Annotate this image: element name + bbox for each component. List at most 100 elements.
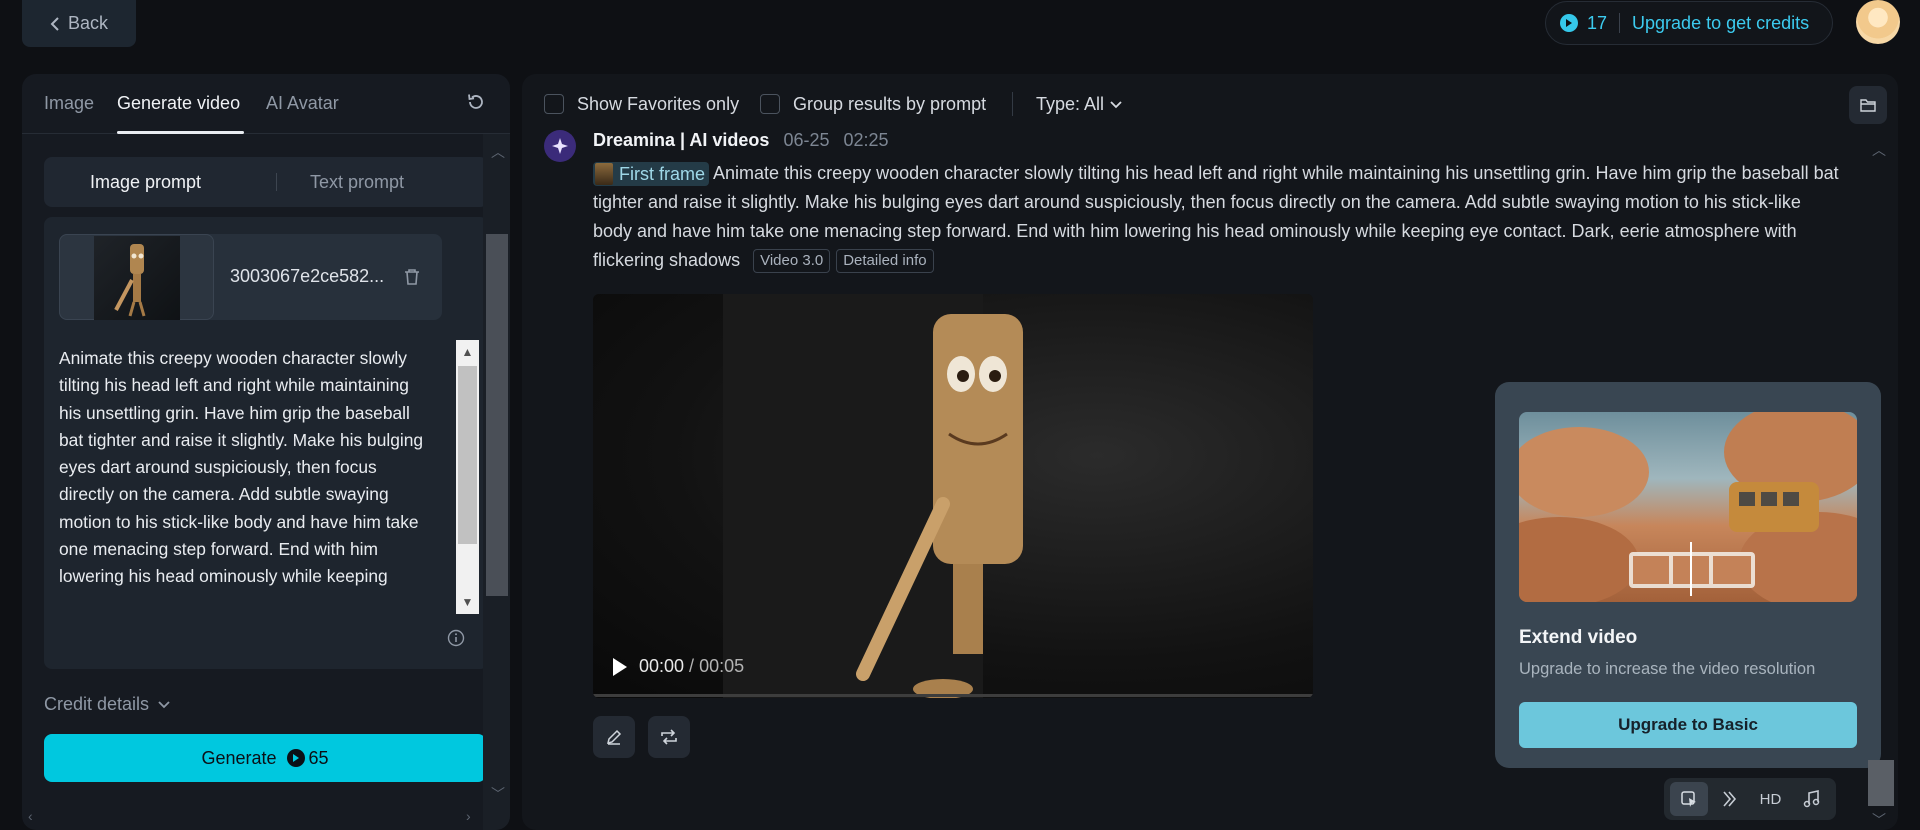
first-frame-chip[interactable]: First frame	[593, 162, 710, 187]
back-label: Back	[67, 13, 109, 33]
generate-cost-value: 65	[308, 747, 329, 768]
extend-button[interactable]	[1669, 782, 1708, 816]
folder-button[interactable]	[1849, 86, 1887, 124]
music-button[interactable]	[1793, 782, 1831, 816]
filter-divider	[1012, 92, 1013, 116]
edit-icon	[606, 729, 622, 745]
type-filter-label: Type: All	[1036, 94, 1105, 114]
textarea-scrollbar[interactable]: ▲ ▼	[456, 340, 479, 614]
time-separator: /	[684, 656, 700, 676]
extend-video-popup: Extend video Upgrade to increase the vid…	[1495, 382, 1881, 768]
video-player[interactable]: 00:00 / 00:05	[593, 294, 1313, 698]
regenerate-icon	[661, 729, 677, 745]
lip-sync-icon	[1722, 791, 1736, 807]
play-icon[interactable]	[611, 657, 629, 677]
chevron-left-icon	[50, 16, 59, 31]
filter-bar: Show Favorites only Group results by pro…	[522, 74, 1898, 130]
pill-divider	[1619, 13, 1621, 33]
upgrade-basic-button[interactable]: Upgrade to Basic	[1519, 702, 1857, 748]
left-panel-hscrollbar[interactable]: ‹ ›	[22, 804, 483, 830]
text-prompt-option[interactable]: Text prompt	[310, 172, 404, 193]
scroll-up-arrow[interactable]: ▲	[456, 340, 479, 364]
type-filter-dropdown[interactable]: Type: All	[1036, 94, 1122, 115]
refresh-icon[interactable]	[466, 92, 486, 112]
first-frame-label: First frame	[619, 163, 706, 184]
generate-label: Generate	[201, 747, 277, 768]
generate-cost: 65	[286, 747, 329, 769]
image-thumbnail	[94, 236, 180, 320]
back-button[interactable]: Back	[22, 0, 136, 47]
prompt-textarea[interactable]: Animate this creepy wooden character slo…	[59, 345, 429, 613]
scroll-right-arrow[interactable]: ›	[466, 808, 471, 824]
scroll-left-arrow[interactable]: ‹	[28, 808, 33, 824]
tab-image[interactable]: Image	[44, 93, 94, 114]
credits-pill[interactable]: 17 Upgrade to get credits	[1545, 1, 1833, 45]
extend-icon	[1680, 791, 1696, 807]
textarea-scroll-thumb[interactable]	[458, 366, 477, 544]
edit-button[interactable]	[593, 716, 635, 758]
hd-button[interactable]: HD	[1752, 782, 1790, 816]
image-prompt-option[interactable]: Image prompt	[90, 172, 201, 193]
upgrade-credits-link[interactable]: Upgrade to get credits	[1632, 13, 1809, 34]
first-frame-thumbnail	[595, 163, 613, 186]
results-panel: Show Favorites only Group results by pro…	[522, 74, 1898, 830]
time-total: 00:05	[699, 656, 745, 676]
left-panel-scrollbar[interactable]: ︿ ﹀	[483, 134, 510, 830]
chevron-down-icon	[1110, 100, 1122, 108]
generate-button[interactable]: Generate 65	[44, 734, 486, 782]
scroll-down-arrow[interactable]: ﹀	[1872, 810, 1886, 830]
scroll-up-arrow[interactable]: ︿	[491, 142, 505, 162]
image-thumbnail-frame	[59, 234, 214, 320]
prompt-box: 3003067e2ce582... Animate this creepy wo…	[44, 217, 488, 669]
favorites-label[interactable]: Show Favorites only	[577, 94, 739, 115]
folder-icon	[1860, 99, 1876, 112]
video-frame	[593, 294, 1313, 698]
generation-time: 02:25	[843, 130, 889, 150]
tab-ai-avatar[interactable]: AI Avatar	[266, 93, 339, 114]
credit-coin-icon	[286, 749, 305, 767]
generation-header: Dreamina | AI videos 06-25 02:25	[593, 130, 889, 151]
dreamina-logo-icon	[544, 130, 576, 162]
credit-coin-icon	[1560, 14, 1578, 32]
regenerate-button[interactable]	[648, 716, 690, 758]
image-file-name: 3003067e2ce582...	[230, 266, 385, 286]
results-scroll-thumb[interactable]	[1868, 760, 1894, 806]
time-current: 00:00	[639, 656, 685, 676]
model-tag: Video 3.0	[753, 249, 831, 274]
generation-title: Dreamina | AI videos	[593, 130, 770, 150]
video-actions-toolbar: HD	[1664, 778, 1836, 820]
playback-time: 00:00 / 00:05	[639, 656, 744, 677]
detailed-info-tag[interactable]: Detailed info	[836, 249, 934, 274]
favorites-checkbox[interactable]	[544, 94, 564, 114]
scroll-up-arrow[interactable]: ︿	[1872, 140, 1886, 160]
info-icon[interactable]	[447, 629, 465, 647]
credit-details-label: Credit details	[44, 694, 150, 714]
left-panel: Image Generate video AI Avatar Image pro…	[22, 74, 510, 830]
group-checkbox[interactable]	[760, 94, 780, 114]
lip-sync-button[interactable]	[1711, 782, 1749, 816]
popup-subtitle: Upgrade to increase the video resolution	[1519, 660, 1816, 678]
extend-video-illustration	[1519, 412, 1857, 602]
mode-tabs: Image Generate video AI Avatar	[22, 74, 510, 134]
popup-title: Extend video	[1519, 627, 1638, 648]
generation-prompt: First frame Animate this creepy wooden c…	[593, 159, 1843, 275]
generation-date: 06-25	[783, 130, 830, 150]
scroll-down-arrow[interactable]: ▼	[456, 590, 479, 614]
prompt-mode-switch: Image prompt Text prompt	[44, 157, 488, 207]
music-icon	[1803, 790, 1819, 808]
results-scrollbar[interactable]: ︿ ﹀	[1862, 130, 1898, 830]
credit-details-toggle[interactable]: Credit details	[44, 694, 171, 715]
active-tab-indicator	[117, 131, 244, 134]
chevron-down-icon	[158, 700, 170, 708]
playback-controls: 00:00 / 00:05	[611, 656, 744, 677]
credit-count: 17	[1587, 12, 1608, 33]
uploaded-image-card[interactable]: 3003067e2ce582...	[59, 234, 442, 320]
avatar[interactable]	[1856, 0, 1900, 44]
trash-icon[interactable]	[404, 268, 420, 286]
tab-generate-video[interactable]: Generate video	[117, 93, 240, 114]
video-progress-bar[interactable]	[593, 694, 1313, 697]
prompt-mode-divider	[276, 173, 277, 191]
left-panel-scroll-thumb[interactable]	[486, 234, 508, 596]
group-label[interactable]: Group results by prompt	[793, 94, 986, 115]
scroll-down-arrow[interactable]: ﹀	[491, 784, 505, 804]
